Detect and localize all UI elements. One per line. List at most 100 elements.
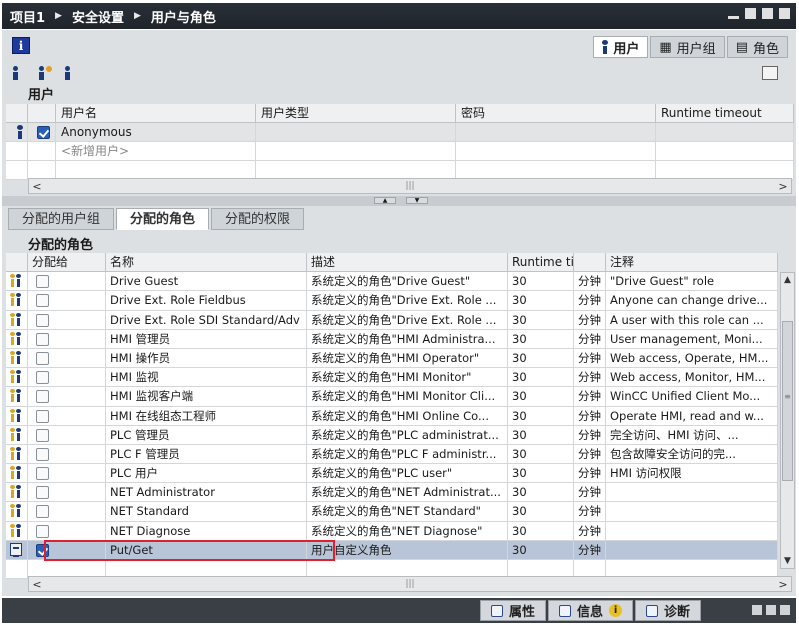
roles-horizontal-scrollbar[interactable]: < ||| > [28, 576, 792, 592]
role-description-cell[interactable]: 系统定义的角色"PLC F administr... [307, 444, 508, 465]
roles-vertical-scrollbar[interactable]: ▲ ≡ ▼ [780, 272, 795, 569]
role-comment-cell[interactable]: 完全访问、HMI 访问、... [606, 425, 778, 445]
role-comment-cell[interactable]: Operate HMI, read and w... [606, 406, 778, 426]
role-timeout-cell[interactable]: 30 [508, 348, 574, 369]
role-timeout-cell[interactable]: 30 [508, 425, 574, 445]
export-icon[interactable] [762, 66, 778, 80]
role-description-cell[interactable]: 系统定义的角色"HMI Online Co... [307, 406, 508, 426]
role-name-cell[interactable]: NET Administrator [106, 483, 307, 503]
tab-user-groups[interactable]: ▦ 用户组 [650, 36, 725, 58]
role-timeout-cell[interactable]: 30 [508, 406, 574, 426]
role-name-cell[interactable]: HMI 操作员 [106, 348, 307, 369]
role-comment-cell[interactable]: 包含故障安全访问的完... [606, 444, 778, 465]
header-runtime-timeout[interactable]: Runtime timeout [508, 253, 574, 273]
scroll-up-icon[interactable]: ▲ [781, 273, 794, 287]
header-description[interactable]: 描述 [307, 253, 508, 273]
username-cell[interactable]: Anonymous [56, 123, 256, 142]
role-timeout-unit-cell[interactable]: 分钟 [574, 348, 606, 369]
role-timeout-unit-cell[interactable]: 分钟 [574, 502, 606, 522]
role-timeout-cell[interactable]: 30 [508, 272, 574, 292]
role-name-cell[interactable]: PLC 管理员 [106, 425, 307, 445]
user-type-cell[interactable] [256, 123, 456, 142]
role-timeout-unit-cell[interactable]: 分钟 [574, 406, 606, 426]
table-row[interactable]: HMI 操作员 系统定义的角色"HMI Operator" 30 分钟 Web acce… [6, 348, 778, 369]
role-description-cell[interactable]: 系统定义的角色"NET Diagnose" [307, 521, 508, 541]
assign-role-checkbox[interactable] [36, 467, 49, 481]
header-username[interactable]: 用户名 [56, 104, 256, 123]
role-timeout-unit-cell[interactable]: 分钟 [574, 329, 606, 349]
role-timeout-unit-cell[interactable]: 分钟 [574, 444, 606, 465]
role-name-cell[interactable]: HMI 管理员 [106, 329, 307, 349]
role-timeout-unit-cell[interactable]: 分钟 [574, 368, 606, 388]
table-row[interactable]: PLC 管理员 系统定义的角色"PLC administrat... 30 分钟 完全访… [6, 425, 778, 445]
role-description-cell[interactable]: 用户自定义角色 [307, 540, 508, 560]
scroll-thumb[interactable]: ≡ [782, 321, 793, 481]
tab-assigned-rights[interactable]: 分配的权限 [211, 208, 305, 230]
role-timeout-cell[interactable]: 30 [508, 444, 574, 465]
assign-role-checkbox[interactable] [36, 524, 49, 538]
tab-diagnostics[interactable]: 诊断 [635, 600, 702, 621]
header-assigned[interactable]: 分配给 [28, 253, 106, 273]
role-comment-cell[interactable]: A user with this role can ... [606, 310, 778, 330]
header-password[interactable]: 密码 [456, 104, 656, 123]
role-comment-cell[interactable] [606, 540, 778, 560]
table-row[interactable]: PLC 用户 系统定义的角色"PLC user" 30 分钟 HMI 访问权限 [6, 464, 778, 484]
role-timeout-unit-cell[interactable]: 分钟 [574, 425, 606, 445]
assign-role-checkbox[interactable] [36, 409, 49, 423]
role-timeout-unit-cell[interactable]: 分钟 [574, 310, 606, 330]
table-row[interactable]: NET Standard 系统定义的角色"NET Standard" 30 分钟 [6, 502, 778, 522]
role-description-cell[interactable]: 系统定义的角色"Drive Ext. Role ... [307, 310, 508, 330]
header-comment[interactable]: 注释 [606, 253, 778, 273]
minimize-icon[interactable] [728, 16, 739, 19]
assign-role-checkbox[interactable] [36, 351, 49, 365]
assign-role-checkbox[interactable] [36, 428, 49, 442]
table-row[interactable]: PLC F 管理员 系统定义的角色"PLC F administr... 30 分钟包… [6, 444, 778, 465]
restore-icon[interactable] [745, 8, 756, 19]
restore-icon[interactable] [752, 605, 762, 615]
header-user-type[interactable]: 用户类型 [256, 104, 456, 123]
role-timeout-cell[interactable]: 30 [508, 464, 574, 484]
role-description-cell[interactable]: 系统定义的角色"PLC administrat... [307, 425, 508, 445]
assign-role-checkbox[interactable] [36, 294, 49, 308]
scroll-grip-icon[interactable]: ||| [405, 579, 414, 589]
tab-assigned-roles[interactable]: 分配的角色 [116, 208, 210, 230]
role-timeout-cell[interactable]: 30 [508, 521, 574, 541]
maximize-icon[interactable] [762, 8, 773, 19]
role-description-cell[interactable]: 系统定义的角色"Drive Ext. Role ... [307, 291, 508, 311]
role-name-cell[interactable]: Put/Get [106, 540, 307, 560]
role-comment-cell[interactable]: User management, Moni... [606, 329, 778, 349]
pane-splitter[interactable]: ▲ ▼ [2, 196, 796, 206]
role-description-cell[interactable]: 系统定义的角色"Drive Guest" [307, 272, 508, 292]
timeout-cell[interactable] [656, 123, 794, 142]
assign-role-checkbox[interactable] [36, 313, 49, 327]
tab-users[interactable]: 用户 [593, 36, 649, 58]
role-timeout-unit-cell[interactable]: 分钟 [574, 387, 606, 407]
role-timeout-cell[interactable]: 30 [508, 483, 574, 503]
role-name-cell[interactable]: HMI 监视客户端 [106, 387, 307, 407]
assign-role-checkbox[interactable] [36, 447, 49, 461]
table-row[interactable]: HMI 管理员 系统定义的角色"HMI Administra... 30 分钟 User… [6, 329, 778, 349]
role-comment-cell[interactable]: "Drive Guest" role [606, 272, 778, 292]
tab-assigned-user-groups[interactable]: 分配的用户组 [8, 208, 115, 230]
role-name-cell[interactable]: HMI 在线组态工程师 [106, 406, 307, 426]
collapse-icon[interactable] [780, 605, 790, 615]
tab-roles[interactable]: ▤ 角色 [726, 36, 788, 58]
table-row[interactable]: Anonymous [6, 123, 794, 142]
scroll-down-icon[interactable]: ▼ [781, 554, 794, 568]
assign-role-checkbox[interactable] [36, 390, 49, 404]
role-comment-cell[interactable]: Web access, Operate, HM... [606, 348, 778, 369]
role-timeout-cell[interactable]: 30 [508, 291, 574, 311]
role-name-cell[interactable]: NET Diagnose [106, 521, 307, 541]
role-timeout-unit-cell[interactable]: 分钟 [574, 464, 606, 484]
table-row[interactable]: Put/Get 用户自定义角色 30 分钟 [6, 540, 778, 560]
table-row[interactable]: Drive Ext. Role SDI Standard/Adv 系统定义的角色"… [6, 310, 778, 330]
scroll-left-icon[interactable]: < [29, 578, 45, 591]
role-timeout-unit-cell[interactable]: 分钟 [574, 540, 606, 560]
tab-info[interactable]: 信息 i [548, 600, 634, 621]
role-description-cell[interactable]: 系统定义的角色"PLC user" [307, 464, 508, 484]
role-description-cell[interactable]: 系统定义的角色"HMI Monitor Cli... [307, 387, 508, 407]
assign-role-checkbox[interactable] [36, 332, 49, 346]
maximize-icon[interactable] [766, 605, 776, 615]
scroll-left-icon[interactable]: < [29, 180, 45, 193]
header-name[interactable]: 名称 [106, 253, 307, 273]
